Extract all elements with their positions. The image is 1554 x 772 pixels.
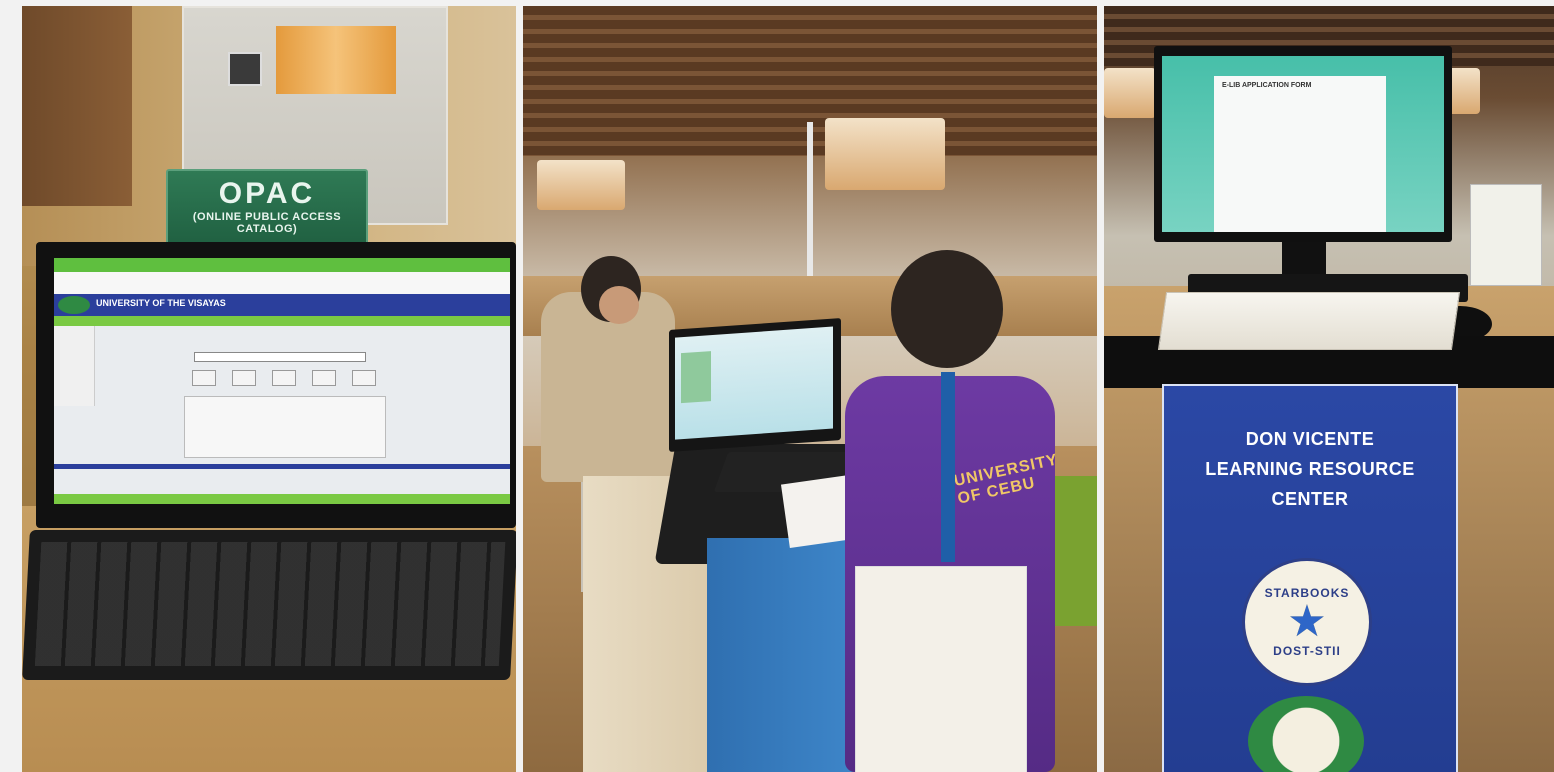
browser-toolbar	[54, 272, 510, 294]
banner-line-3: CENTER	[1271, 489, 1349, 509]
opac-sign-title: OPAC	[218, 177, 316, 210]
opac-footer-bar	[54, 464, 510, 469]
poster-stand	[1470, 184, 1542, 286]
opac-search-input[interactable]	[194, 352, 366, 362]
starbooks-screen: E-LIB APPLICATION FORM	[1162, 56, 1444, 232]
pendant-lamp-left	[537, 160, 625, 210]
pendant-lamp-right-panel	[1104, 68, 1156, 118]
opac-sign: OPAC (ONLINE PUBLIC ACCESS CATALOG)	[166, 169, 368, 251]
kiosk-screen	[675, 326, 833, 440]
keyboard	[22, 530, 516, 680]
opac-subject-button[interactable]	[312, 370, 336, 386]
wall-frame	[228, 52, 262, 86]
starbooks-monitor: E-LIB APPLICATION FORM	[1154, 46, 1452, 242]
starbooks-seal: STARBOOKS ★ DOST-STII	[1242, 558, 1372, 686]
opac-list-button[interactable]	[352, 370, 376, 386]
pendant-lamp-center	[825, 118, 945, 190]
opac-author-button[interactable]	[272, 370, 296, 386]
form-title: E-LIB APPLICATION FORM	[1222, 82, 1312, 89]
starbooks-photo-panel: E-LIB APPLICATION FORM DON VICENTE LEARN…	[1104, 6, 1554, 772]
bag-strap	[941, 372, 955, 562]
orange-curtain	[276, 26, 396, 94]
male-student-face	[599, 286, 639, 324]
kiosk-monitor	[669, 317, 841, 453]
opac-nav-strip	[54, 316, 510, 326]
seal-bottom-text: DOST-STII	[1273, 644, 1341, 658]
banner-line-1: DON VICENTE	[1245, 429, 1375, 449]
opac-monitor: UNIVERSITY OF THE VISAYAS	[36, 242, 516, 528]
browser-tab-bar	[54, 258, 510, 272]
opac-sign-subtitle: (ONLINE PUBLIC ACCESS CATALOG)	[192, 211, 342, 235]
university-logo	[58, 296, 90, 314]
opac-screen: UNIVERSITY OF THE VISAYAS	[54, 258, 510, 504]
kiosk-screen-sidebar	[681, 351, 711, 404]
students-photo-panel: UNIVERSITY OF CEBU	[523, 6, 1097, 772]
opac-title-button[interactable]	[232, 370, 256, 386]
opac-header-bar: UNIVERSITY OF THE VISAYAS	[54, 294, 510, 316]
university-seal	[1248, 696, 1364, 772]
banner-line-2: LEARNING RESOURCE	[1205, 459, 1415, 479]
logbook	[1157, 292, 1461, 350]
opac-side-menu	[54, 326, 95, 406]
shirt-print: UNIVERSITY OF CEBU	[952, 451, 1060, 508]
opac-filter-box	[184, 396, 386, 458]
wooden-door	[22, 6, 132, 206]
white-tote-bag	[855, 566, 1027, 772]
banner-title: DON VICENTE LEARNING RESOURCE CENTER	[1164, 386, 1456, 514]
starbooks-banner: DON VICENTE LEARNING RESOURCE CENTER STA…	[1162, 384, 1458, 772]
star-icon: ★	[1287, 597, 1327, 646]
keyboard-keys	[34, 542, 506, 666]
green-seat	[1055, 476, 1097, 626]
kiosk-blue-front	[707, 538, 857, 772]
application-form: E-LIB APPLICATION FORM	[1214, 76, 1386, 232]
opac-photo-panel: OPAC (ONLINE PUBLIC ACCESS CATALOG) UNIV…	[22, 6, 516, 772]
taskbar	[54, 494, 510, 504]
opac-search-button[interactable]	[192, 370, 216, 386]
opac-header-title: UNIVERSITY OF THE VISAYAS	[96, 298, 226, 308]
female-student-hair	[891, 250, 1003, 368]
white-pillar	[807, 122, 813, 292]
